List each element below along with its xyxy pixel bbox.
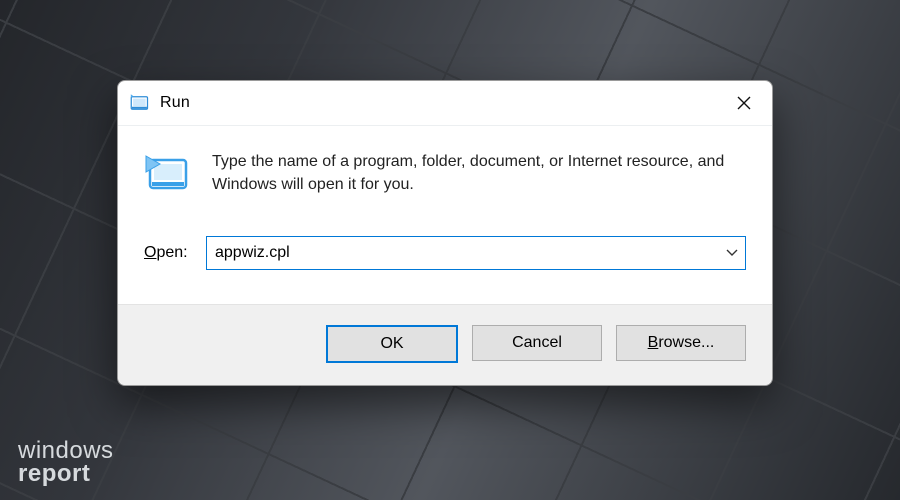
watermark: windows report <box>18 440 114 486</box>
open-label: Open: <box>144 244 206 262</box>
dialog-body: Type the name of a program, folder, docu… <box>118 126 772 210</box>
chevron-down-icon <box>726 247 738 259</box>
run-large-icon <box>144 150 192 202</box>
close-icon <box>737 96 751 110</box>
browse-button[interactable]: Browse... <box>616 325 746 361</box>
open-combobox[interactable] <box>206 236 746 270</box>
open-field-row: Open: <box>118 210 772 280</box>
run-dialog: Run Type the name of a program, folder, … <box>117 80 773 386</box>
open-input[interactable] <box>207 240 718 266</box>
open-dropdown-toggle[interactable] <box>718 237 745 269</box>
dialog-title: Run <box>160 94 190 112</box>
close-button[interactable] <box>724 87 764 119</box>
button-row: OK Cancel Browse... <box>118 304 772 385</box>
cancel-button[interactable]: Cancel <box>472 325 602 361</box>
watermark-line2: report <box>18 463 114 486</box>
dialog-description: Type the name of a program, folder, docu… <box>212 148 746 202</box>
run-icon <box>130 93 150 113</box>
titlebar[interactable]: Run <box>118 81 772 126</box>
ok-button[interactable]: OK <box>326 325 458 363</box>
